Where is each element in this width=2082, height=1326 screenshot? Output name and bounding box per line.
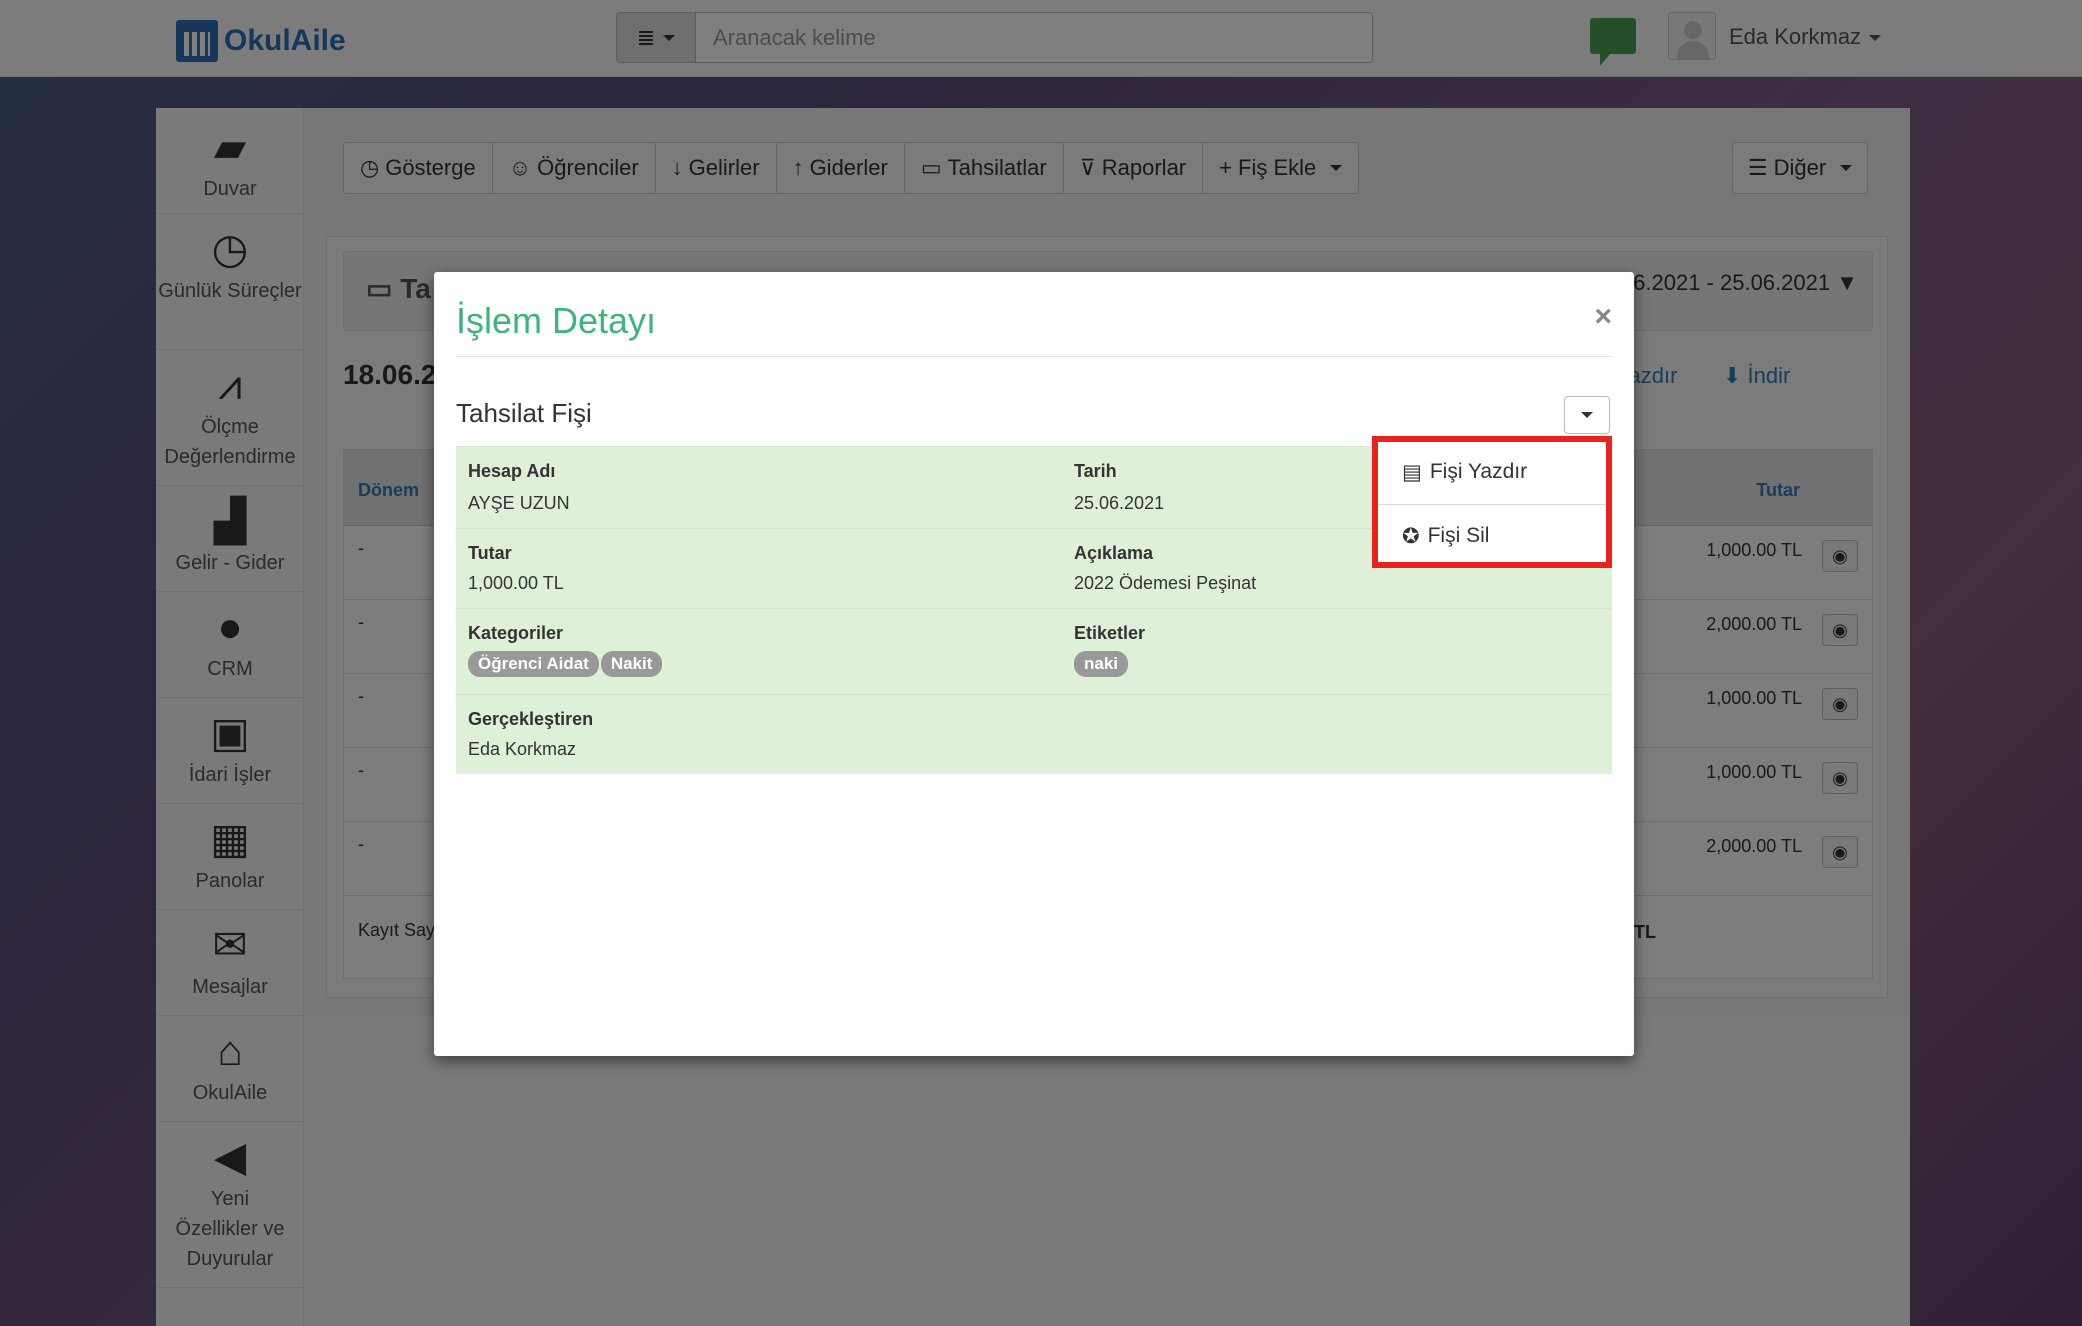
delete-receipt-item[interactable]: ✪ Fişi Sil — [1378, 506, 1606, 566]
tarih-value: 25.06.2021 — [1074, 493, 1165, 513]
label-tag: naki — [1074, 651, 1129, 677]
tutar-label: Tutar — [468, 543, 512, 563]
divider — [456, 356, 1612, 357]
hesap-adi-label: Hesap Adı — [468, 461, 556, 481]
receipt-type-title: Tahsilat Fişi — [456, 398, 592, 428]
etiketler-label: Etiketler — [1074, 623, 1146, 643]
detail-row: Kategoriler Öğrenci Aidat Nakit Etiketler… — [456, 609, 1612, 695]
delete-circle-icon: ✪ — [1402, 524, 1420, 548]
printer-icon: ▤ — [1402, 460, 1422, 484]
kategoriler-label: Kategoriler — [468, 623, 564, 643]
chevron-down-icon — [1581, 412, 1593, 418]
aciklama-value: 2022 Ödemesi Peşinat — [1074, 573, 1257, 593]
aciklama-label: Açıklama — [1074, 543, 1154, 563]
gerceklestiren-label: Gerçekleştiren — [468, 709, 594, 729]
detail-row: Gerçekleştiren Eda Korkmaz — [456, 695, 1612, 775]
tarih-label: Tarih — [1074, 461, 1117, 481]
receipt-actions-toggle[interactable] — [1564, 396, 1610, 434]
kategoriler-tags: Öğrenci Aidat Nakit — [468, 651, 664, 677]
gerceklestiren-value: Eda Korkmaz — [468, 739, 577, 759]
close-button[interactable]: × — [1594, 300, 1612, 334]
tutar-value: 1,000.00 TL — [468, 573, 564, 593]
receipt-actions-menu: ▤ Fişi Yazdır ✪ Fişi Sil — [1372, 436, 1612, 568]
category-tag: Nakit — [600, 651, 663, 677]
category-tag: Öğrenci Aidat — [468, 651, 599, 677]
print-receipt-item[interactable]: ▤ Fişi Yazdır — [1378, 442, 1606, 502]
divider — [1378, 504, 1606, 505]
etiketler-tags: naki — [1074, 651, 1130, 677]
islem-detayi-modal: İşlem Detayı × Tahsilat Fişi Hesap Adı A… — [434, 272, 1634, 1056]
modal-title: İşlem Detayı — [456, 300, 657, 341]
hesap-adi-value: AYŞE UZUN — [468, 493, 570, 513]
